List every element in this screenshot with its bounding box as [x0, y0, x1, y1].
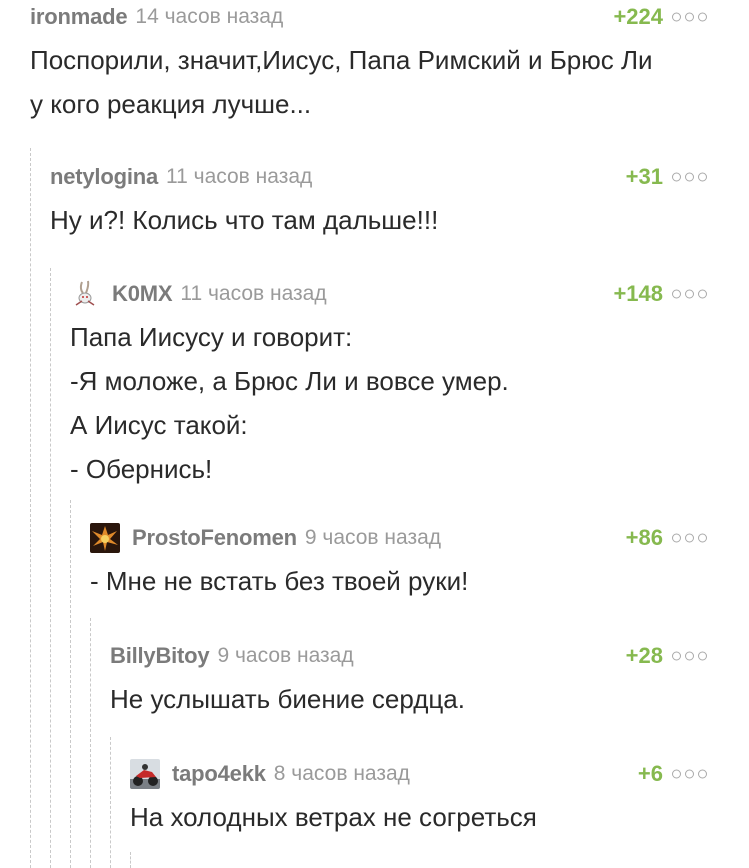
comment-line: Поспорили, значит,Иисус, Папа Римский и …: [30, 45, 653, 75]
comment-author[interactable]: ProstoFenomen: [132, 525, 297, 551]
comment: ProstoFenomen 9 часов назад +86 - Мне не…: [90, 521, 707, 603]
more-options-icon[interactable]: [672, 651, 707, 661]
thread-line[interactable]: [90, 618, 91, 868]
thread-line[interactable]: [130, 852, 131, 868]
comment-time[interactable]: 14 часов назад: [135, 5, 283, 29]
comment: ironmade 14 часов назад +224 Поспорили, …: [30, 0, 707, 126]
comment-line: Папа Иисусу и говорит:: [70, 322, 353, 352]
comment-time[interactable]: 9 часов назад: [305, 526, 441, 550]
comment-text: Папа Иисусу и говорит: -Я моложе, а Брюс…: [70, 315, 707, 491]
more-options-icon[interactable]: [672, 769, 707, 779]
comment-line: - Обернись!: [70, 454, 213, 484]
comment-author[interactable]: K0MX: [112, 281, 173, 307]
comment-rating: +224: [613, 4, 663, 29]
comment: K0MX 11 часов назад +148 Папа Иисусу и г…: [70, 277, 707, 491]
thread-line[interactable]: [110, 737, 111, 868]
more-options-icon[interactable]: [672, 289, 707, 299]
comment-author[interactable]: ironmade: [30, 4, 128, 30]
motorcycle-avatar[interactable]: [130, 759, 160, 789]
comment-rating: +148: [613, 281, 663, 306]
comment-time[interactable]: 11 часов назад: [180, 282, 326, 306]
comment-rating: +28: [625, 643, 663, 668]
comment-text: - Мне не встать без твоей руки!: [90, 559, 707, 603]
comment-text: На холодных ветрах не согреться: [130, 795, 707, 839]
thread-line[interactable]: [30, 148, 31, 868]
more-options-icon[interactable]: [672, 533, 707, 543]
comment-text: Ну и?! Колись что там дальше!!!: [50, 198, 707, 242]
comment: BillyBitoy 9 часов назад +28 Не услышать…: [110, 639, 707, 721]
comment-thread: ironmade 14 часов назад +224 Поспорили, …: [0, 0, 749, 868]
comment-line: Не услышать биение сердца.: [110, 684, 465, 714]
comment-line: -Я моложе, а Брюс Ли и вовсе умер.: [70, 366, 509, 396]
comment-rating: +31: [625, 164, 663, 189]
comment-time[interactable]: 8 часов назад: [274, 762, 410, 786]
rabbit-avatar[interactable]: [70, 279, 100, 309]
comment-line: На холодных ветрах не согреться: [130, 802, 537, 832]
comment-header: netylogina 11 часов назад +31: [50, 160, 707, 194]
comment-line: Ну и?! Колись что там дальше!!!: [50, 205, 439, 235]
comment-rating: +86: [625, 525, 663, 550]
comment-header: BillyBitoy 9 часов назад +28: [110, 639, 707, 673]
comment-author[interactable]: BillyBitoy: [110, 643, 210, 669]
comment-rating: +6: [637, 761, 663, 786]
comment-text: Поспорили, значит,Иисус, Папа Римский и …: [30, 38, 707, 126]
comment-text: Не услышать биение сердца.: [110, 677, 707, 721]
comment-author[interactable]: netylogina: [50, 164, 158, 190]
comment-line: А Иисус такой:: [70, 410, 248, 440]
comment-header: ProstoFenomen 9 часов назад +86: [90, 521, 707, 555]
comment-line: - Мне не встать без твоей руки!: [90, 566, 469, 596]
comment-header: ironmade 14 часов назад +224: [30, 0, 707, 34]
comment-line: у кого реакция лучше...: [30, 89, 312, 119]
comment-time[interactable]: 9 часов назад: [217, 644, 353, 668]
fire-avatar[interactable]: [90, 523, 120, 553]
thread-line[interactable]: [70, 500, 71, 868]
comment-author[interactable]: tapo4ekk: [172, 761, 266, 787]
comment-header: tapo4ekk 8 часов назад +6: [130, 757, 707, 791]
comment: netylogina 11 часов назад +31 Ну и?! Кол…: [50, 160, 707, 242]
comment-header: K0MX 11 часов назад +148: [70, 277, 707, 311]
thread-line[interactable]: [50, 268, 51, 868]
comment-time[interactable]: 11 часов назад: [166, 165, 312, 189]
comment: tapo4ekk 8 часов назад +6 На холодных ве…: [130, 757, 707, 839]
more-options-icon[interactable]: [672, 12, 707, 22]
more-options-icon[interactable]: [672, 172, 707, 182]
